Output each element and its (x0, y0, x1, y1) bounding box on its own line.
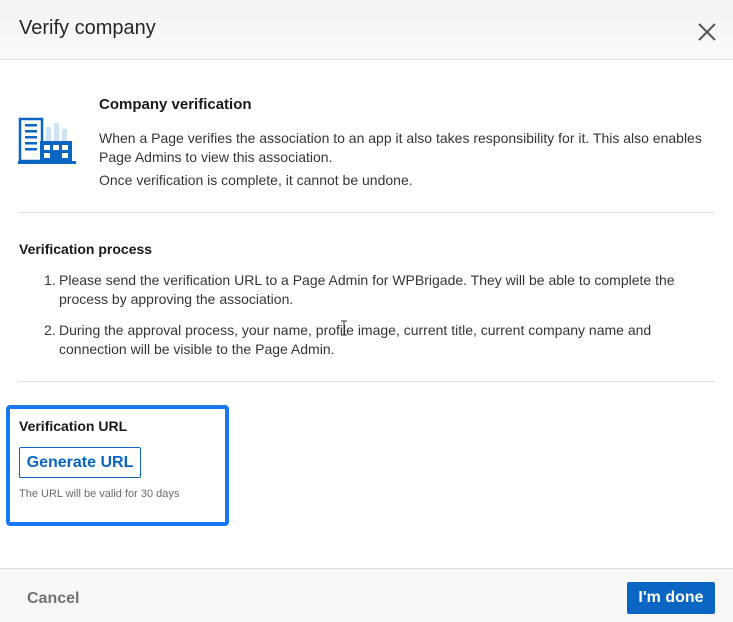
step-text-line2: process by approving the association. (59, 291, 294, 307)
done-button[interactable]: I'm done (627, 582, 715, 614)
dialog-header: Verify company (0, 0, 733, 60)
company-verification-note: Once verification is complete, it cannot… (99, 172, 413, 188)
company-verification-heading: Company verification (99, 96, 252, 113)
verification-process-heading: Verification process (19, 241, 153, 257)
company-verification-text-line1: When a Page verifies the association to … (99, 130, 702, 146)
text-cursor-icon (341, 320, 347, 336)
step-text-line1: Please send the verification URL to a Pa… (59, 272, 675, 288)
company-verification-text-line2: Page Admins to view this association. (99, 149, 333, 165)
step-text-line2: connection will be visible to the Page A… (59, 341, 335, 357)
step-number: 1. (44, 272, 56, 288)
dialog-content: Company verification When a Page verifie… (0, 60, 733, 568)
dialog-footer: Cancel I'm done (0, 568, 733, 622)
url-validity-hint: The URL will be valid for 30 days (19, 488, 180, 500)
close-icon (698, 23, 716, 41)
section-divider (19, 381, 715, 382)
verification-url-heading: Verification URL (19, 418, 128, 434)
cancel-button[interactable]: Cancel (27, 590, 79, 608)
step-text-line1: During the approval process, your name, … (59, 322, 652, 338)
close-button[interactable] (694, 19, 720, 45)
section-divider (19, 212, 715, 213)
dialog-title: Verify company (19, 17, 156, 39)
generate-url-button[interactable]: Generate URL (19, 447, 141, 478)
step-number: 2. (44, 322, 56, 338)
company-building-icon (18, 115, 76, 167)
